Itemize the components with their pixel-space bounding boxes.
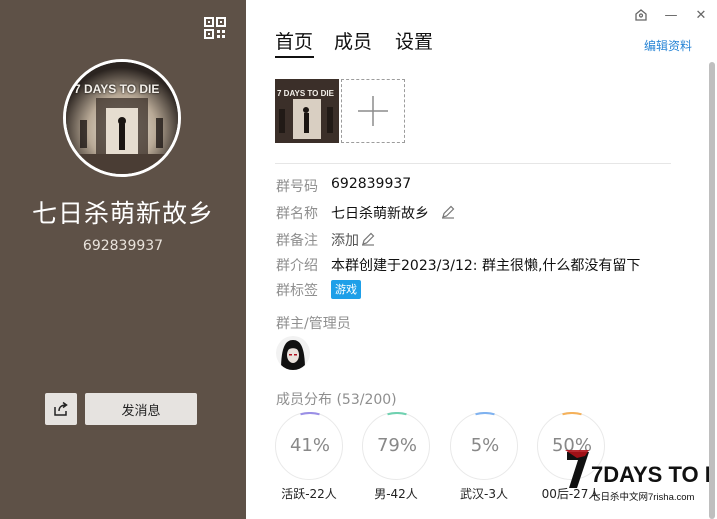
send-message-button[interactable]: 发消息 [85, 393, 197, 425]
stat-arc-mark [562, 412, 582, 416]
close-button[interactable]: ✕ [692, 6, 710, 24]
share-button[interactable] [45, 393, 77, 425]
stat-percent: 41% [289, 435, 330, 456]
minimize-button[interactable]: — [662, 6, 680, 24]
tag-game[interactable]: 游戏 [331, 280, 361, 299]
watermark-subtitle: 七日杀中文网7risha.com [591, 491, 695, 503]
watermark-title: 7DAYS TO DIE [591, 462, 709, 487]
stat-ring[interactable]: 41% [275, 412, 343, 480]
stat-ring[interactable]: 5% [450, 412, 518, 480]
group-name-label: 群名称 [276, 206, 318, 222]
tab-members[interactable]: 成员 [334, 27, 372, 54]
stat-percent: 5% [470, 435, 500, 456]
profile-panel: 7 DAYS TO DIE 七日杀萌新故乡 692839937 发消息 [0, 0, 246, 519]
tab-home[interactable]: 首页 [275, 27, 313, 54]
tags-label: 群标签 [276, 283, 318, 299]
album-photo[interactable]: 7 DAYS TO DIE [275, 79, 339, 143]
skin-icon[interactable] [632, 6, 650, 24]
qr-code-icon[interactable] [204, 17, 226, 39]
add-remark-link[interactable]: 添加 [331, 230, 359, 250]
album-photo-art-text: 7 DAYS TO DIE [277, 89, 334, 98]
stat-ring[interactable]: 79% [362, 412, 430, 480]
group-number-value: 692839937 [331, 176, 412, 192]
active-tab-indicator [275, 56, 314, 58]
stat-arc-mark [387, 412, 407, 416]
group-id-text: 692839937 [82, 238, 164, 254]
edit-name-pencil-icon[interactable] [441, 205, 455, 219]
share-icon [54, 401, 68, 416]
edit-remark-pencil-icon[interactable] [361, 232, 375, 246]
stat-label: 男-42人 [374, 487, 418, 501]
scrollbar[interactable] [709, 62, 715, 519]
remark-label: 群备注 [276, 233, 318, 249]
tab-settings[interactable]: 设置 [395, 27, 433, 54]
intro-label: 群介绍 [276, 258, 318, 274]
plus-icon [358, 96, 388, 126]
group-name-value: 七日杀萌新故乡 [331, 206, 429, 222]
stat-arc-mark [475, 412, 495, 416]
add-photo-button[interactable] [341, 79, 405, 143]
stat-percent: 79% [376, 435, 417, 456]
group-name-title: 七日杀萌新故乡 [31, 199, 214, 228]
intro-value: 本群创建于2023/3/12: 群主很懒,什么都没有留下 [331, 258, 641, 274]
group-avatar[interactable]: 7 DAYS TO DIE [63, 59, 181, 177]
watermark-logo: 7DAYS TO DIE 七日杀中文网7risha.com [563, 448, 717, 508]
stat-label: 武汉-3人 [460, 487, 508, 501]
stat-arc-mark [300, 412, 320, 416]
admins-title: 群主/管理员 [276, 316, 351, 332]
stat-label: 活跃-22人 [281, 487, 337, 501]
distribution-title: 成员分布 (53/200) [276, 392, 397, 408]
group-number-label: 群号码 [276, 179, 318, 195]
divider [275, 163, 671, 164]
edit-profile-link[interactable]: 编辑资料 [644, 37, 692, 54]
avatar-art-text: 7 DAYS TO DIE [74, 82, 160, 96]
admin-avatar[interactable] [276, 336, 310, 370]
